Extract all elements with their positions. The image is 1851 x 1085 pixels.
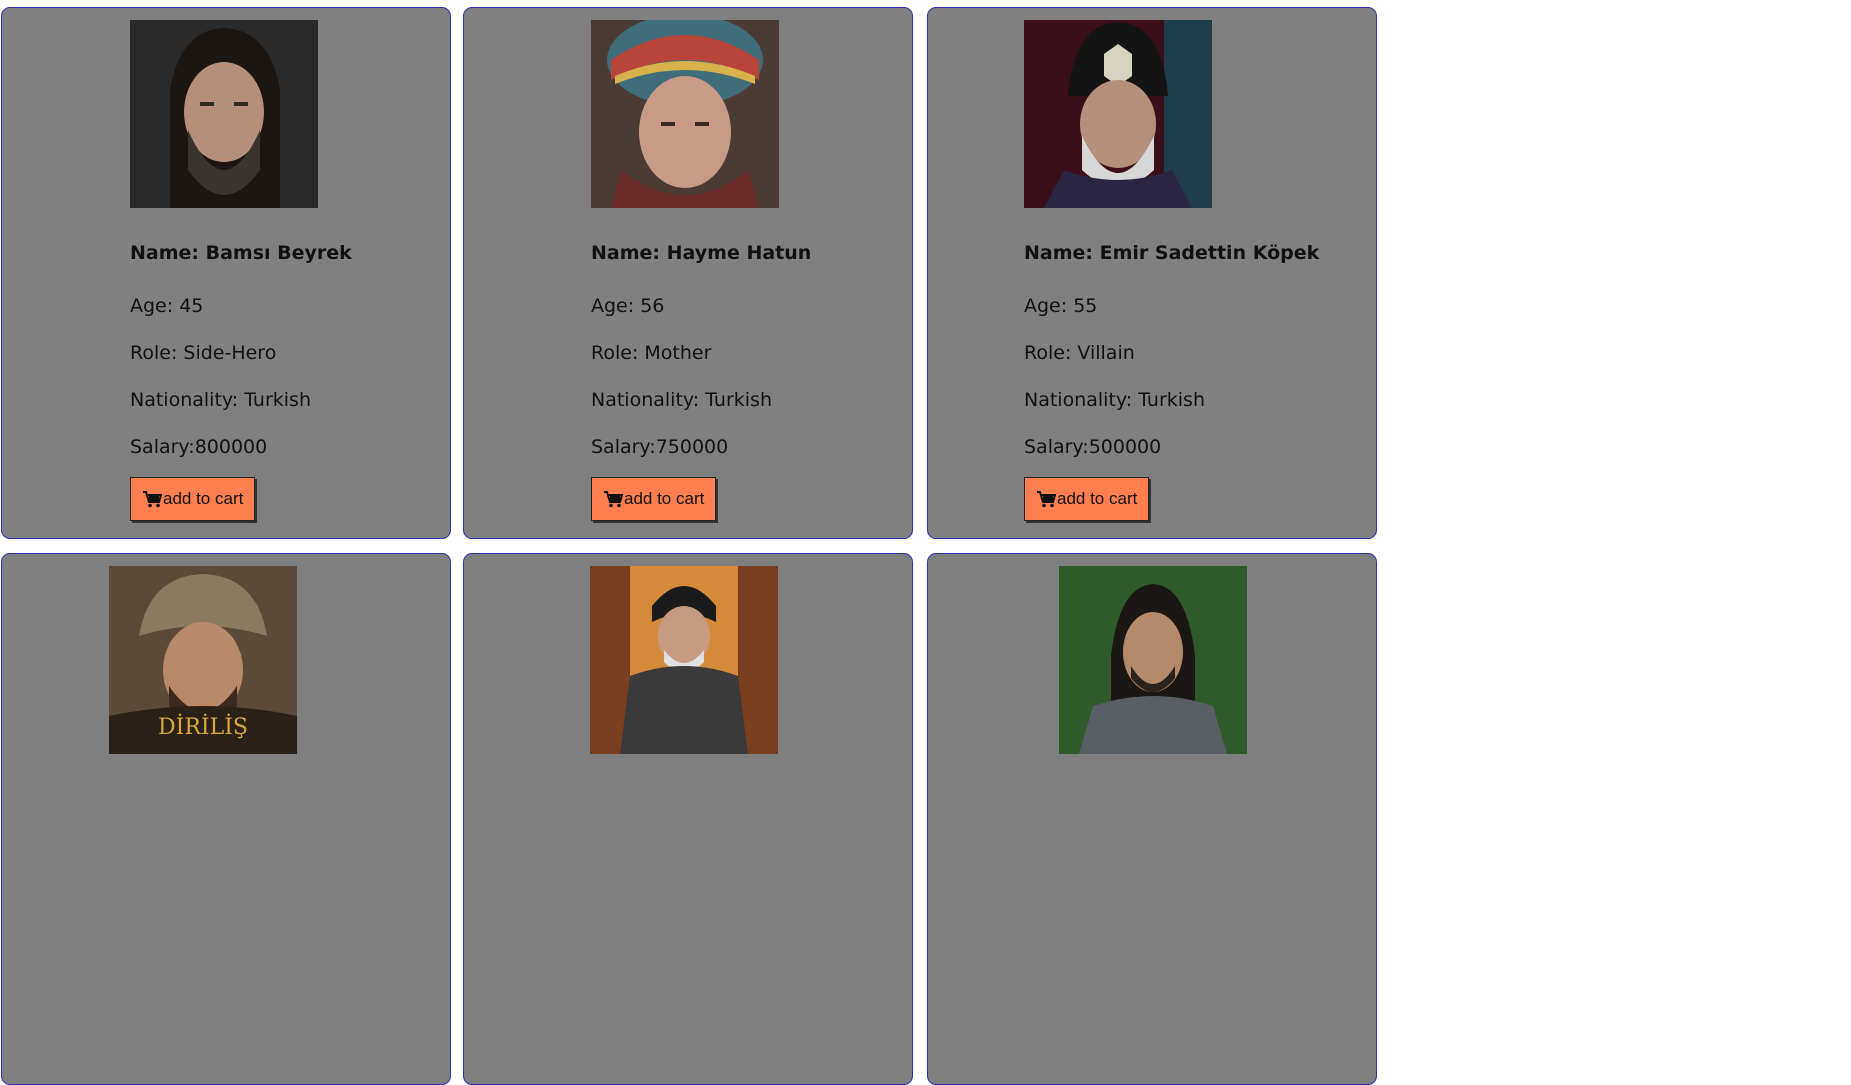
add-to-cart-button[interactable]: add to cart: [591, 477, 717, 521]
add-to-cart-label: add to cart: [1057, 489, 1138, 508]
character-salary: Salary:750000: [591, 436, 729, 458]
character-card: Name: Hayme Hatun Age: 56 Role: Mother N…: [463, 7, 913, 539]
character-card: [927, 553, 1377, 1085]
character-photo: [590, 566, 778, 754]
character-photo: [130, 20, 318, 208]
add-to-cart-button[interactable]: add to cart: [1024, 477, 1150, 521]
character-name: Name: Hayme Hatun: [591, 242, 812, 264]
character-name: Name: Emir Sadettin Köpek: [1024, 242, 1320, 264]
character-role: Role: Side-Hero: [130, 342, 277, 364]
character-card: DİRİLİŞ: [1, 553, 451, 1085]
character-age: Age: 56: [591, 295, 665, 317]
character-photo: [1024, 20, 1212, 208]
character-nationality: Nationality: Turkish: [130, 389, 312, 411]
character-nationality: Nationality: Turkish: [591, 389, 773, 411]
character-card: Name: Bamsı Beyrek Age: 45 Role: Side-He…: [1, 7, 451, 539]
character-photo: [1059, 566, 1247, 754]
character-salary: Salary:800000: [130, 436, 268, 458]
character-role: Role: Mother: [591, 342, 712, 364]
character-photo: [591, 20, 779, 208]
character-age: Age: 45: [130, 295, 204, 317]
add-to-cart-label: add to cart: [624, 489, 705, 508]
character-photo: DİRİLİŞ: [109, 566, 297, 754]
character-age: Age: 55: [1024, 295, 1098, 317]
add-to-cart-button[interactable]: add to cart: [130, 477, 256, 521]
add-to-cart-label: add to cart: [163, 489, 244, 508]
character-card-grid: Name: Bamsı Beyrek Age: 45 Role: Side-He…: [0, 0, 1851, 1085]
character-role: Role: Villain: [1024, 342, 1135, 364]
character-card: [463, 553, 913, 1085]
character-name: Name: Bamsı Beyrek: [130, 242, 352, 264]
character-card: Name: Emir Sadettin Köpek Age: 55 Role: …: [927, 7, 1377, 539]
character-nationality: Nationality: Turkish: [1024, 389, 1206, 411]
shopping-cart-icon: [143, 490, 162, 507]
character-salary: Salary:500000: [1024, 436, 1162, 458]
poster-title: DİRİLİŞ: [158, 713, 248, 740]
shopping-cart-icon: [1037, 490, 1056, 507]
shopping-cart-icon: [604, 490, 623, 507]
